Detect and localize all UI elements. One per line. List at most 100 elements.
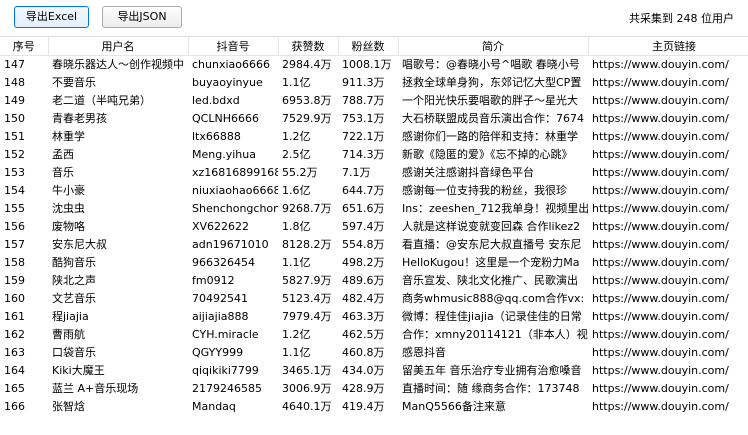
cell-homepage: https://www.douyin.com/ <box>592 202 729 215</box>
table-row[interactable]: 156 废物咯 XV622622 1.8亿 597.4万 人就是这样说变就变回森 合作li… <box>0 218 748 236</box>
cell-followers: 651.6万 <box>342 202 385 215</box>
table-row[interactable]: 154 牛小豪 niuxiaohao6668 1.6亿 644.7万 感谢每一位支持我的粉… <box>0 182 748 200</box>
cell-likes: 5123.4万 <box>282 292 332 305</box>
cell-username: 牛小豪 <box>52 184 85 197</box>
table-row[interactable]: 163 口袋音乐 QGYY999 1.1亿 460.8万 感恩抖音 https://www.… <box>0 344 748 362</box>
cell-username: 程jiajia <box>52 310 89 323</box>
user-table[interactable]: 序号 用户名 抖音号 获赞数 粉丝数 简介 主页链接 147 春晓乐器达人～创作视… <box>0 36 748 435</box>
cell-likes: 1.2亿 <box>282 328 311 341</box>
table-row[interactable]: 165 蓝兰 A+音乐现场 2179246585 3006.9万 428.9万 直播时间：… <box>0 380 748 398</box>
cell-likes: 1.8亿 <box>282 220 311 233</box>
table-row[interactable]: 160 文艺音乐 70492541 5123.4万 482.4万 商务whmusic888… <box>0 290 748 308</box>
cell-likes: 3006.9万 <box>282 382 332 395</box>
cell-bio: 大石桥联盟成员音乐演出合作：7674 <box>402 112 584 125</box>
cell-bio: 感谢你们一路的陪伴和支持：林重学 <box>402 130 578 143</box>
toolbar: 导出Excel 导出JSON 共采集到 248 位用户 <box>0 0 748 34</box>
cell-index: 154 <box>4 184 25 197</box>
cell-homepage: https://www.douyin.com/ <box>592 364 729 377</box>
cell-index: 155 <box>4 202 25 215</box>
table-row[interactable]: 147 春晓乐器达人～创作视频中 chunxiao6666 2984.4万 1008.1… <box>0 56 748 75</box>
cell-bio: 合作：xmny20114121（非本人）视 <box>402 328 588 341</box>
cell-likes: 9268.7万 <box>282 202 332 215</box>
cell-douyin-id: QCLNH6666 <box>192 112 259 125</box>
cell-username: 口袋音乐 <box>52 346 96 359</box>
table-row[interactable]: 148 不要音乐 buyaoyinyue 1.1亿 911.3万 拯救全球单身狗，东郊记忆… <box>0 74 748 92</box>
column-header-likes[interactable]: 获赞数 <box>278 37 339 56</box>
cell-likes: 1.6亿 <box>282 184 311 197</box>
cell-username: Kiki大魔王 <box>52 364 105 377</box>
cell-douyin-id: chunxiao6666 <box>192 58 270 71</box>
cell-index: 161 <box>4 310 25 323</box>
cell-likes: 55.2万 <box>282 166 318 179</box>
table-row[interactable]: 162 曹雨航 CYH.miracle 1.2亿 462.5万 合作：xmny201141… <box>0 326 748 344</box>
cell-homepage: https://www.douyin.com/ <box>592 310 729 323</box>
cell-index: 156 <box>4 220 25 233</box>
cell-followers: 788.7万 <box>342 94 385 107</box>
column-header-bio[interactable]: 简介 <box>398 37 589 56</box>
cell-bio: ManQ5566备注来意 <box>402 400 506 413</box>
cell-douyin-id: qiqikiki7799 <box>192 364 259 377</box>
column-header-homepage[interactable]: 主页链接 <box>588 37 748 56</box>
table-row[interactable]: 158 酷狗音乐 966326454 1.1亿 498.2万 HelloKugou！这里是… <box>0 254 748 272</box>
cell-index: 152 <box>4 148 25 161</box>
cell-homepage: https://www.douyin.com/ <box>592 292 729 305</box>
cell-homepage: https://www.douyin.com/ <box>592 346 729 359</box>
export-excel-button[interactable]: 导出Excel <box>14 6 89 28</box>
table-row[interactable]: 161 程jiajia aijiajia888 7979.4万 463.3万 微博：程佳佳… <box>0 308 748 326</box>
cell-index: 157 <box>4 238 25 251</box>
table-row[interactable]: 159 陕北之声 fm0912 5827.9万 489.6万 音乐宣发、陕北文化推广、民歌… <box>0 272 748 290</box>
cell-username: 废物咯 <box>52 220 85 233</box>
export-json-button[interactable]: 导出JSON <box>102 6 182 28</box>
cell-homepage: https://www.douyin.com/ <box>592 184 729 197</box>
cell-bio: 感谢每一位支持我的粉丝，我很珍 <box>402 184 567 197</box>
table-row[interactable]: 151 林重学 ltx66888 1.2亿 722.1万 感谢你们一路的陪伴和支持：林重学… <box>0 128 748 146</box>
table-row[interactable]: 150 青春老男孩 QCLNH6666 7529.9万 753.1万 大石桥联盟成员音乐演… <box>0 110 748 128</box>
cell-homepage: https://www.douyin.com/ <box>592 112 729 125</box>
cell-followers: 460.8万 <box>342 346 385 359</box>
cell-bio: 拯救全球单身狗，东郊记忆大型CP置 <box>402 76 582 89</box>
cell-username: 张智焓 <box>52 400 85 413</box>
cell-index: 149 <box>4 94 25 107</box>
cell-bio: 感谢关注感谢抖音绿色平台 <box>402 166 534 179</box>
cell-bio: 音乐宣发、陕北文化推广、民歌演出 <box>402 274 578 287</box>
cell-homepage: https://www.douyin.com/ <box>592 220 729 233</box>
cell-followers: 554.8万 <box>342 238 385 251</box>
cell-homepage: https://www.douyin.com/ <box>592 400 729 413</box>
cell-douyin-id: Shenchongchong <box>192 202 278 215</box>
cell-douyin-id: Mandaq <box>192 400 236 413</box>
cell-username: 不要音乐 <box>52 76 96 89</box>
cell-username: 孟西 <box>52 148 74 161</box>
cell-username: 蓝兰 A+音乐现场 <box>52 382 139 395</box>
column-header-followers[interactable]: 粉丝数 <box>338 37 399 56</box>
cell-followers: 434.0万 <box>342 364 385 377</box>
cell-homepage: https://www.douyin.com/ <box>592 238 729 251</box>
table-row[interactable]: 166 张智焓 Mandaq 4640.1万 419.4万 ManQ5566备注来意 htt… <box>0 398 748 416</box>
column-header-username[interactable]: 用户名 <box>48 37 189 56</box>
cell-followers: 722.1万 <box>342 130 385 143</box>
table-row[interactable]: 164 Kiki大魔王 qiqikiki7799 3465.1万 434.0万 留美五年 … <box>0 362 748 380</box>
cell-index: 150 <box>4 112 25 125</box>
column-header-index[interactable]: 序号 <box>0 37 49 56</box>
cell-index: 153 <box>4 166 25 179</box>
cell-index: 151 <box>4 130 25 143</box>
cell-homepage: https://www.douyin.com/ <box>592 76 729 89</box>
cell-bio: 一个阳光快乐要唱歌的胖子～星光大 <box>402 94 578 107</box>
cell-likes: 1.1亿 <box>282 256 311 269</box>
cell-followers: 714.3万 <box>342 148 385 161</box>
cell-homepage: https://www.douyin.com/ <box>592 166 729 179</box>
status-count: 共采集到 248 位用户 <box>629 12 734 25</box>
cell-index: 163 <box>4 346 25 359</box>
cell-douyin-id: adn19671010 <box>192 238 269 251</box>
cell-username: 酷狗音乐 <box>52 256 96 269</box>
column-header-douyin-id[interactable]: 抖音号 <box>188 37 279 56</box>
cell-douyin-id: XV622622 <box>192 220 250 233</box>
table-row[interactable]: 157 安东尼大叔 adn19671010 8128.2万 554.8万 看直播：@安东尼… <box>0 236 748 254</box>
cell-likes: 4640.1万 <box>282 400 332 413</box>
table-row[interactable]: 152 孟西 Meng.yihua 2.5亿 714.3万 新歌《隐匿的爱》《忘不掉的心跳… <box>0 146 748 164</box>
cell-followers: 7.1万 <box>342 166 371 179</box>
table-row[interactable]: 149 老二道（半吨兄弟） led.bdxd 6953.8万 788.7万 一个阳光快乐要… <box>0 92 748 110</box>
table-row[interactable]: 153 音乐 xz16816899168 55.2万 7.1万 感谢关注感谢抖音绿色平台 h… <box>0 164 748 182</box>
table-row[interactable]: 155 沈虫虫 Shenchongchong 9268.7万 651.6万 Ins：zee… <box>0 200 748 218</box>
cell-bio: 新歌《隐匿的爱》《忘不掉的心跳》 <box>402 148 573 161</box>
cell-douyin-id: niuxiaohao6668 <box>192 184 278 197</box>
